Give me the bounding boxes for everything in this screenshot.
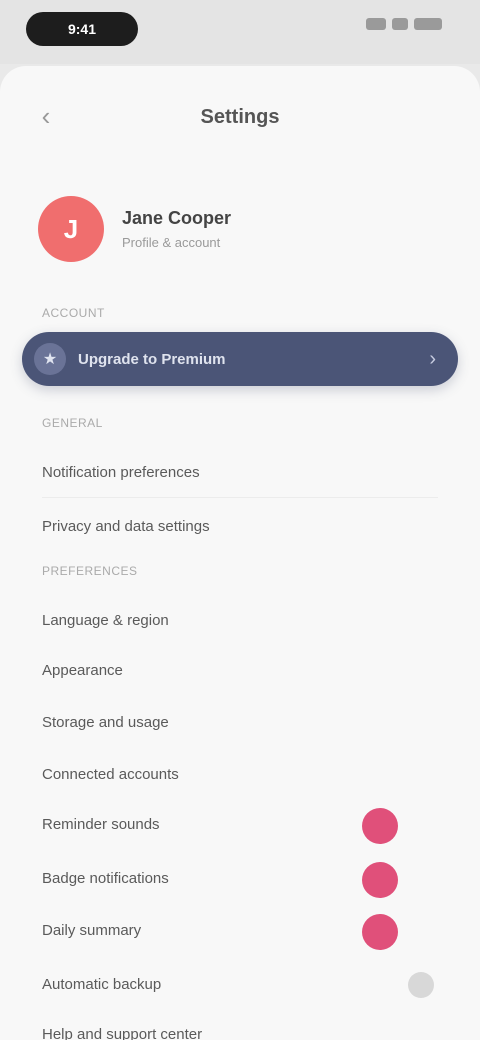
row-label: Privacy and data settings (42, 517, 210, 535)
chevron-left-icon[interactable]: ‹ (34, 103, 58, 129)
row-help-center[interactable]: Help and support center (0, 1010, 480, 1040)
section-label-preferences: PREFERENCES (42, 564, 138, 578)
row-label: Connected accounts (42, 765, 179, 783)
row-language[interactable]: Language & region (0, 596, 480, 644)
settings-screen: 9:41 ‹ Settings J Jane Cooper Profile & … (0, 0, 480, 1040)
row-daily-summary[interactable]: Daily summary (0, 906, 480, 954)
status-dot-icon[interactable] (362, 862, 398, 898)
row-label: Storage and usage (42, 713, 169, 731)
row-label: Reminder sounds (42, 815, 160, 833)
row-label: Daily summary (42, 921, 142, 939)
upgrade-banner[interactable]: ★ Upgrade to Premium › (22, 332, 458, 386)
section-label-general: GENERAL (42, 416, 103, 430)
row-label: Language & region (42, 611, 169, 629)
status-dot-icon[interactable] (362, 808, 398, 844)
row-automatic-backup[interactable]: Automatic backup (0, 960, 480, 1008)
status-icons (366, 18, 442, 30)
section-label-account: ACCOUNT (42, 306, 105, 320)
signal-icon (366, 18, 386, 30)
row-storage[interactable]: Storage and usage (0, 698, 480, 746)
profile-name: Jane Cooper (122, 208, 232, 228)
row-appearance[interactable]: Appearance (0, 646, 480, 694)
row-label: Appearance (42, 661, 123, 679)
divider (42, 497, 438, 498)
row-label: Badge notifications (42, 869, 169, 887)
wifi-icon (392, 18, 408, 30)
status-dot-icon[interactable] (362, 914, 398, 950)
settings-sheet: ‹ Settings J Jane Cooper Profile & accou… (0, 66, 480, 1040)
banner-label: Upgrade to Premium (78, 350, 226, 368)
profile-card[interactable]: J Jane Cooper Profile & account (38, 196, 231, 262)
row-badge-notifications[interactable]: Badge notifications (0, 854, 480, 902)
page-title: Settings (200, 106, 280, 128)
star-icon: ★ (34, 343, 66, 375)
avatar: J (38, 196, 104, 262)
status-bar: 9:41 (0, 0, 480, 64)
row-privacy[interactable]: Privacy and data settings (0, 502, 480, 550)
profile-text: Jane Cooper Profile & account (122, 208, 231, 250)
status-time: 9:41 (26, 12, 138, 46)
battery-icon (414, 18, 442, 30)
row-notifications[interactable]: Notification preferences (0, 448, 480, 496)
row-label: Notification preferences (42, 463, 200, 481)
profile-subtitle: Profile & account (122, 235, 221, 250)
row-label: Help and support center (42, 1025, 203, 1040)
row-label: Automatic backup (42, 975, 162, 993)
row-connected-accounts[interactable]: Connected accounts (0, 750, 480, 798)
toggle-knob-icon[interactable] (408, 972, 434, 998)
chevron-right-icon: › (429, 348, 436, 370)
row-reminder-sounds[interactable]: Reminder sounds (0, 800, 480, 848)
